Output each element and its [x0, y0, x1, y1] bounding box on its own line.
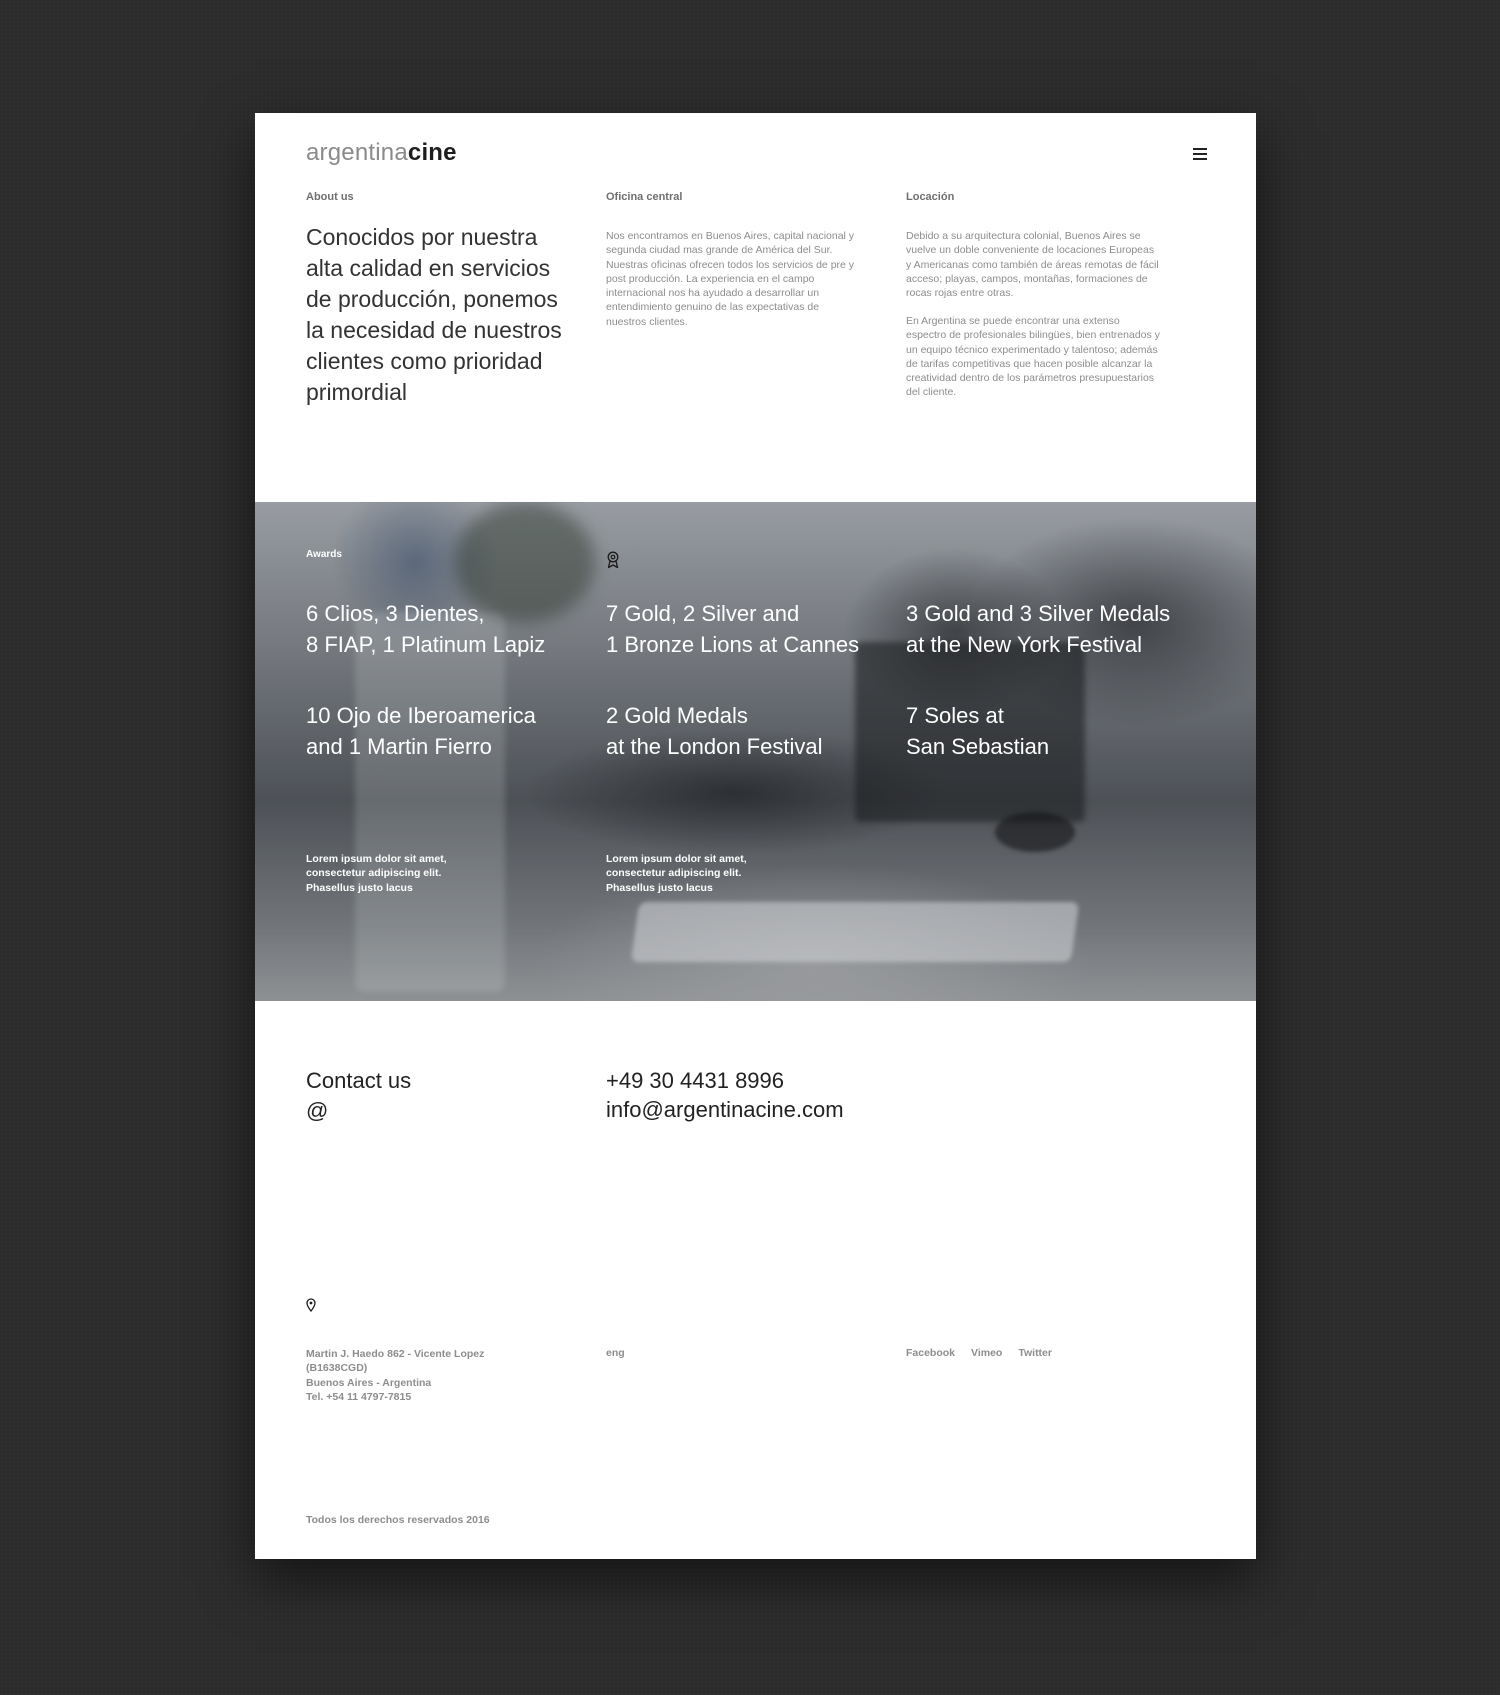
footer-address: Martin J. Haedo 862 - Vicente Lopez (B16… — [306, 1347, 484, 1404]
twitter-link[interactable]: Twitter — [1018, 1347, 1052, 1359]
award-item-2: 7 Gold, 2 Silver and 1 Bronze Lions at C… — [606, 601, 860, 657]
logo[interactable]: argentinacine — [306, 139, 457, 167]
about-text: Conocidos por nuestra alta calidad en se… — [306, 224, 562, 405]
office-label: Oficina central — [606, 191, 683, 203]
location-text-1: Debido a su arquitectura colonial, Bueno… — [906, 230, 1159, 300]
logo-bold-text: cine — [407, 139, 457, 166]
address-phone: Tel. +54 11 4797-7815 — [306, 1390, 412, 1403]
contact-title: Contact us — [306, 1068, 412, 1093]
background-mouse-shape — [995, 812, 1075, 852]
location-pin-icon — [306, 1298, 316, 1312]
awards-section: Awards 6 Clios, 3 Dientes, 8 FIAP, 1 Pla… — [255, 502, 1256, 1001]
location-text-2: En Argentina se puede encontrar una exte… — [906, 315, 1160, 399]
background-glass-shape — [355, 612, 505, 992]
address-line-3: Buenos Aires - Argentina — [306, 1376, 432, 1389]
contact-email[interactable]: info@argentinacine.com — [606, 1095, 844, 1125]
language-switch[interactable]: eng — [606, 1347, 625, 1359]
address-line-1: Martin J. Haedo 862 - Vicente Lopez — [306, 1348, 485, 1360]
background-tablet-shape — [630, 902, 1080, 962]
vimeo-link[interactable]: Vimeo — [971, 1347, 1002, 1359]
award-item-4: 10 Ojo de Iberoamerica and 1 Martin Fier… — [306, 703, 536, 759]
awards-label: Awards — [306, 549, 342, 560]
awards-lorem-1: Lorem ipsum dolor sit amet, consectetur … — [306, 853, 447, 894]
awards-lorem-2: Lorem ipsum dolor sit amet, consectetur … — [606, 853, 747, 894]
award-item-6: 7 Soles at San Sebastian — [906, 703, 1050, 759]
about-label: About us — [306, 191, 354, 203]
address-line-2: (B1638CGD) — [306, 1362, 368, 1375]
hamburger-menu-icon[interactable] — [1193, 148, 1207, 160]
facebook-link[interactable]: Facebook — [906, 1347, 955, 1359]
logo-light-text: argentina — [306, 139, 408, 166]
contact-at: @ — [306, 1098, 329, 1123]
contact-phone[interactable]: +49 30 4431 8996 — [606, 1066, 784, 1096]
copyright: Todos los derechos reservados 2016 — [306, 1514, 490, 1526]
location-label: Locación — [906, 191, 955, 203]
social-links: Facebook Vimeo Twitter — [906, 1347, 1068, 1359]
office-text: Nos encontramos en Buenos Aires, capital… — [606, 230, 855, 328]
award-ribbon-icon — [607, 551, 619, 569]
website-page: argentinacine About us Conocidos por nue… — [255, 113, 1256, 1559]
award-item-1: 6 Clios, 3 Dientes, 8 FIAP, 1 Platinum L… — [306, 601, 546, 657]
award-item-3: 3 Gold and 3 Silver Medals at the New Yo… — [906, 601, 1171, 657]
award-item-5: 2 Gold Medals at the London Festival — [606, 703, 823, 759]
